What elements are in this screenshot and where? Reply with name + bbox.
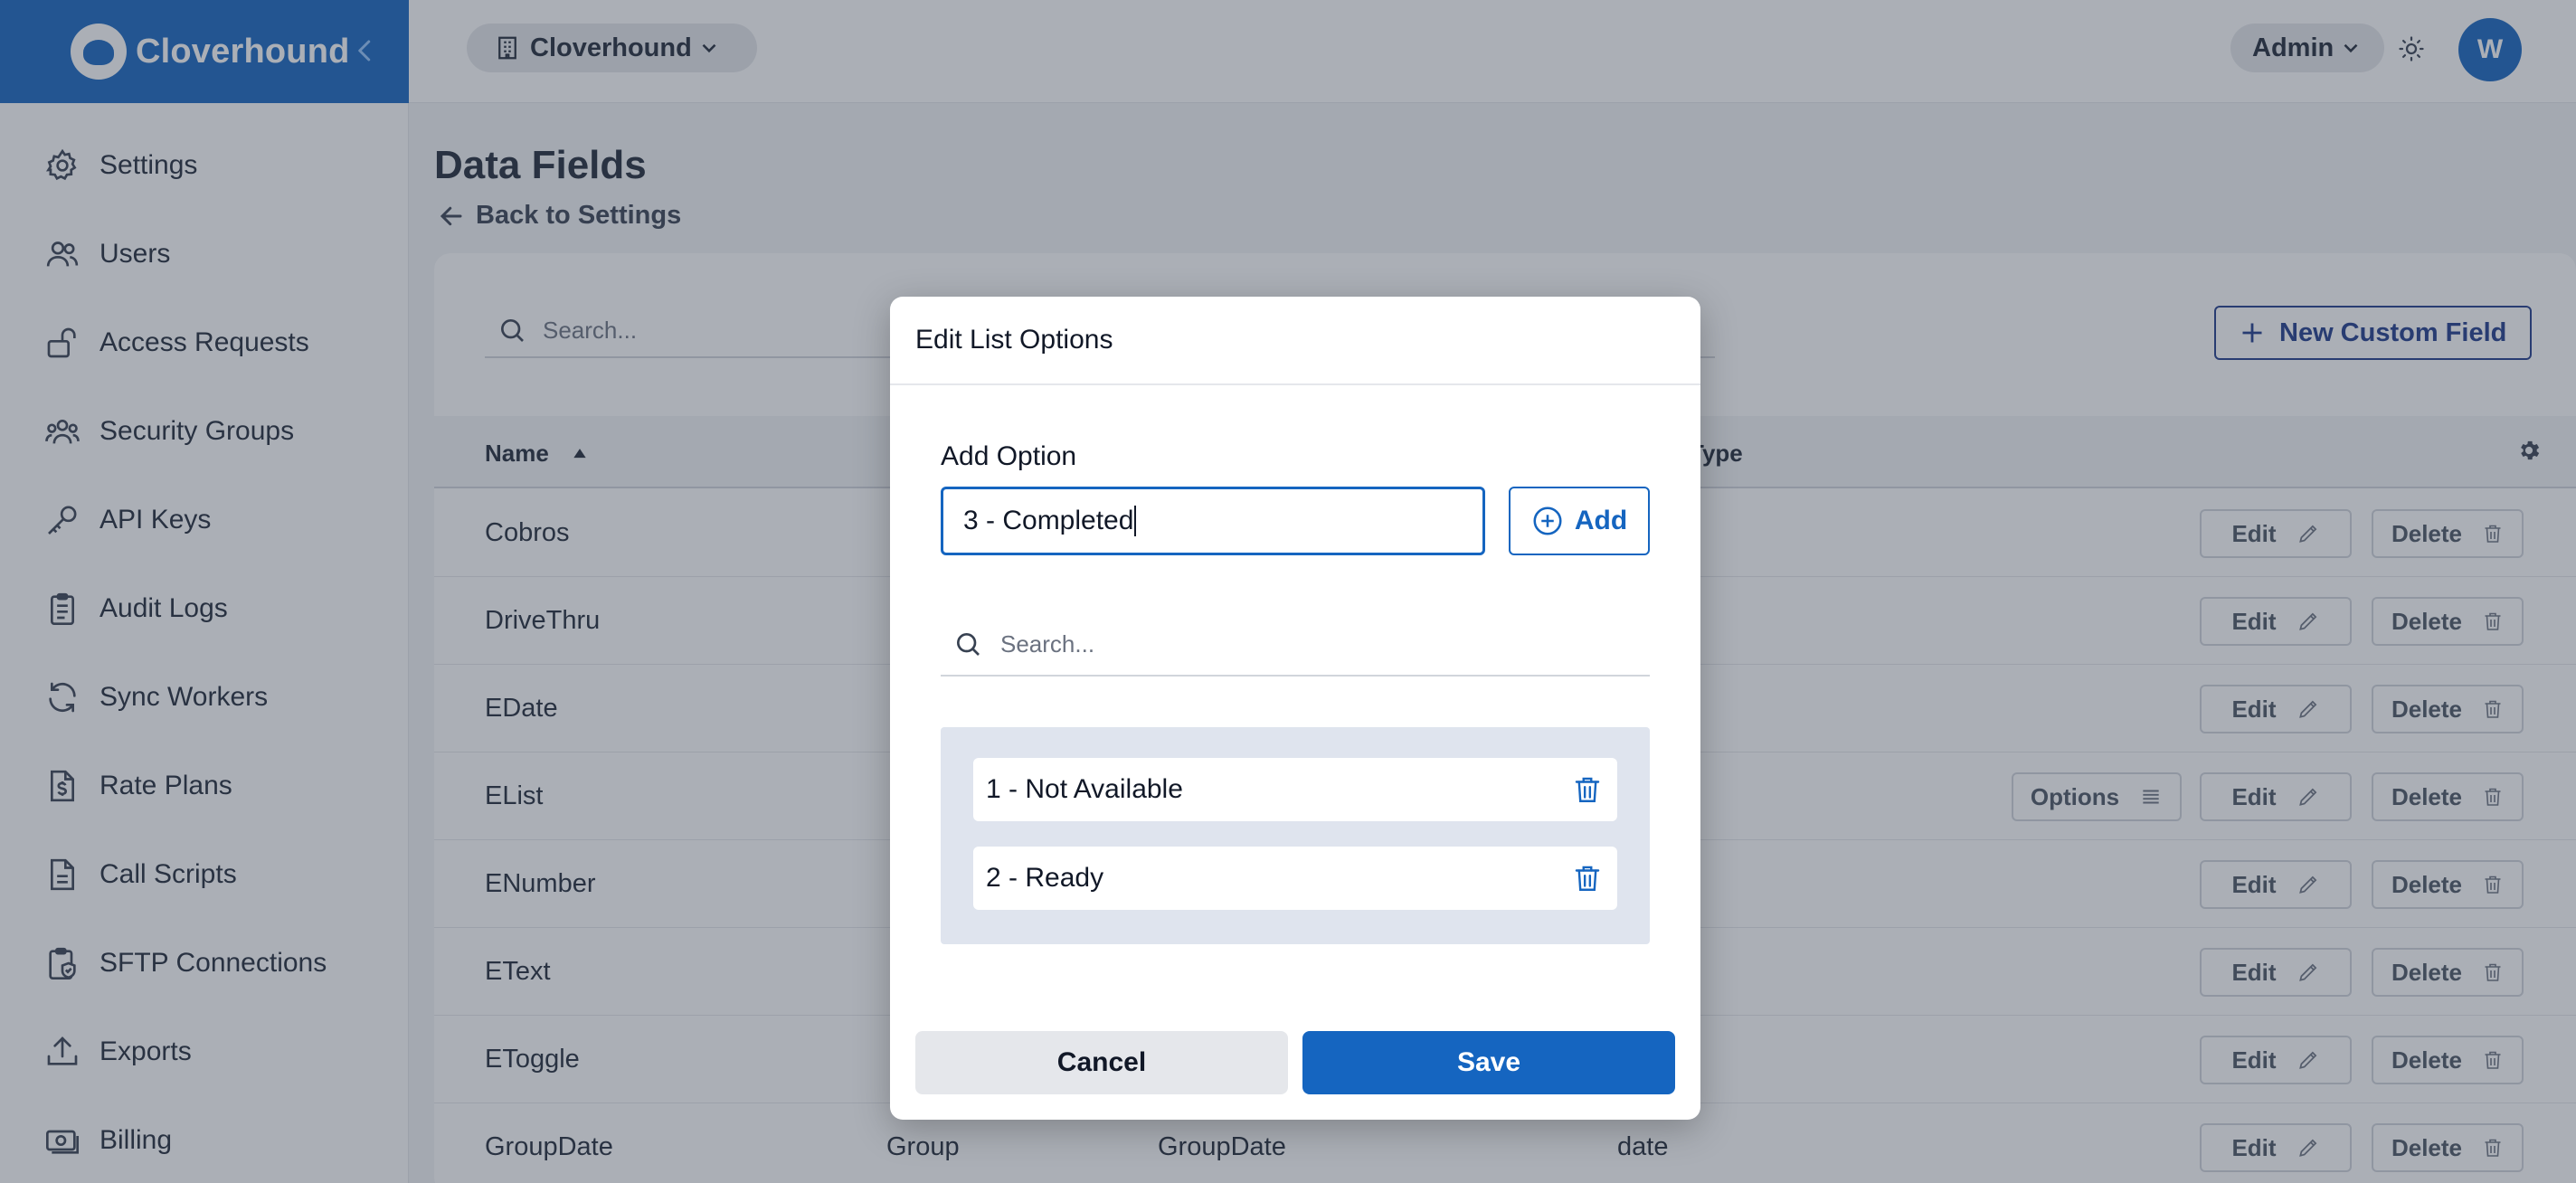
trash-icon[interactable] [1572, 773, 1603, 806]
search-icon [957, 633, 980, 656]
add-option-label: Add Option [941, 441, 1077, 471]
trash-icon[interactable] [1572, 862, 1603, 894]
add-option-input[interactable]: 3 - Completed [941, 487, 1485, 555]
options-search-placeholder: Search... [1000, 629, 1095, 658]
cancel-button[interactable]: Cancel [915, 1031, 1288, 1094]
plus-circle-icon [1533, 506, 1562, 535]
modal-title: Edit List Options [915, 325, 1113, 355]
edit-list-options-modal: Edit List Options Add Option 3 - Complet… [890, 297, 1700, 1120]
option-label: 2 - Ready [986, 863, 1104, 893]
options-search-input[interactable]: Search... [941, 613, 1650, 677]
add-button-label: Add [1574, 506, 1628, 535]
list-item: 2 - Ready [973, 847, 1617, 910]
modal-header: Edit List Options [890, 297, 1700, 385]
add-option-button[interactable]: Add [1509, 487, 1650, 555]
list-item: 1 - Not Available [973, 758, 1617, 821]
add-option-value: 3 - Completed [963, 506, 1134, 535]
text-caret [1134, 506, 1137, 536]
save-button[interactable]: Save [1302, 1031, 1675, 1094]
options-list: 1 - Not Available 2 - Ready [941, 727, 1650, 944]
option-label: 1 - Not Available [986, 774, 1183, 804]
